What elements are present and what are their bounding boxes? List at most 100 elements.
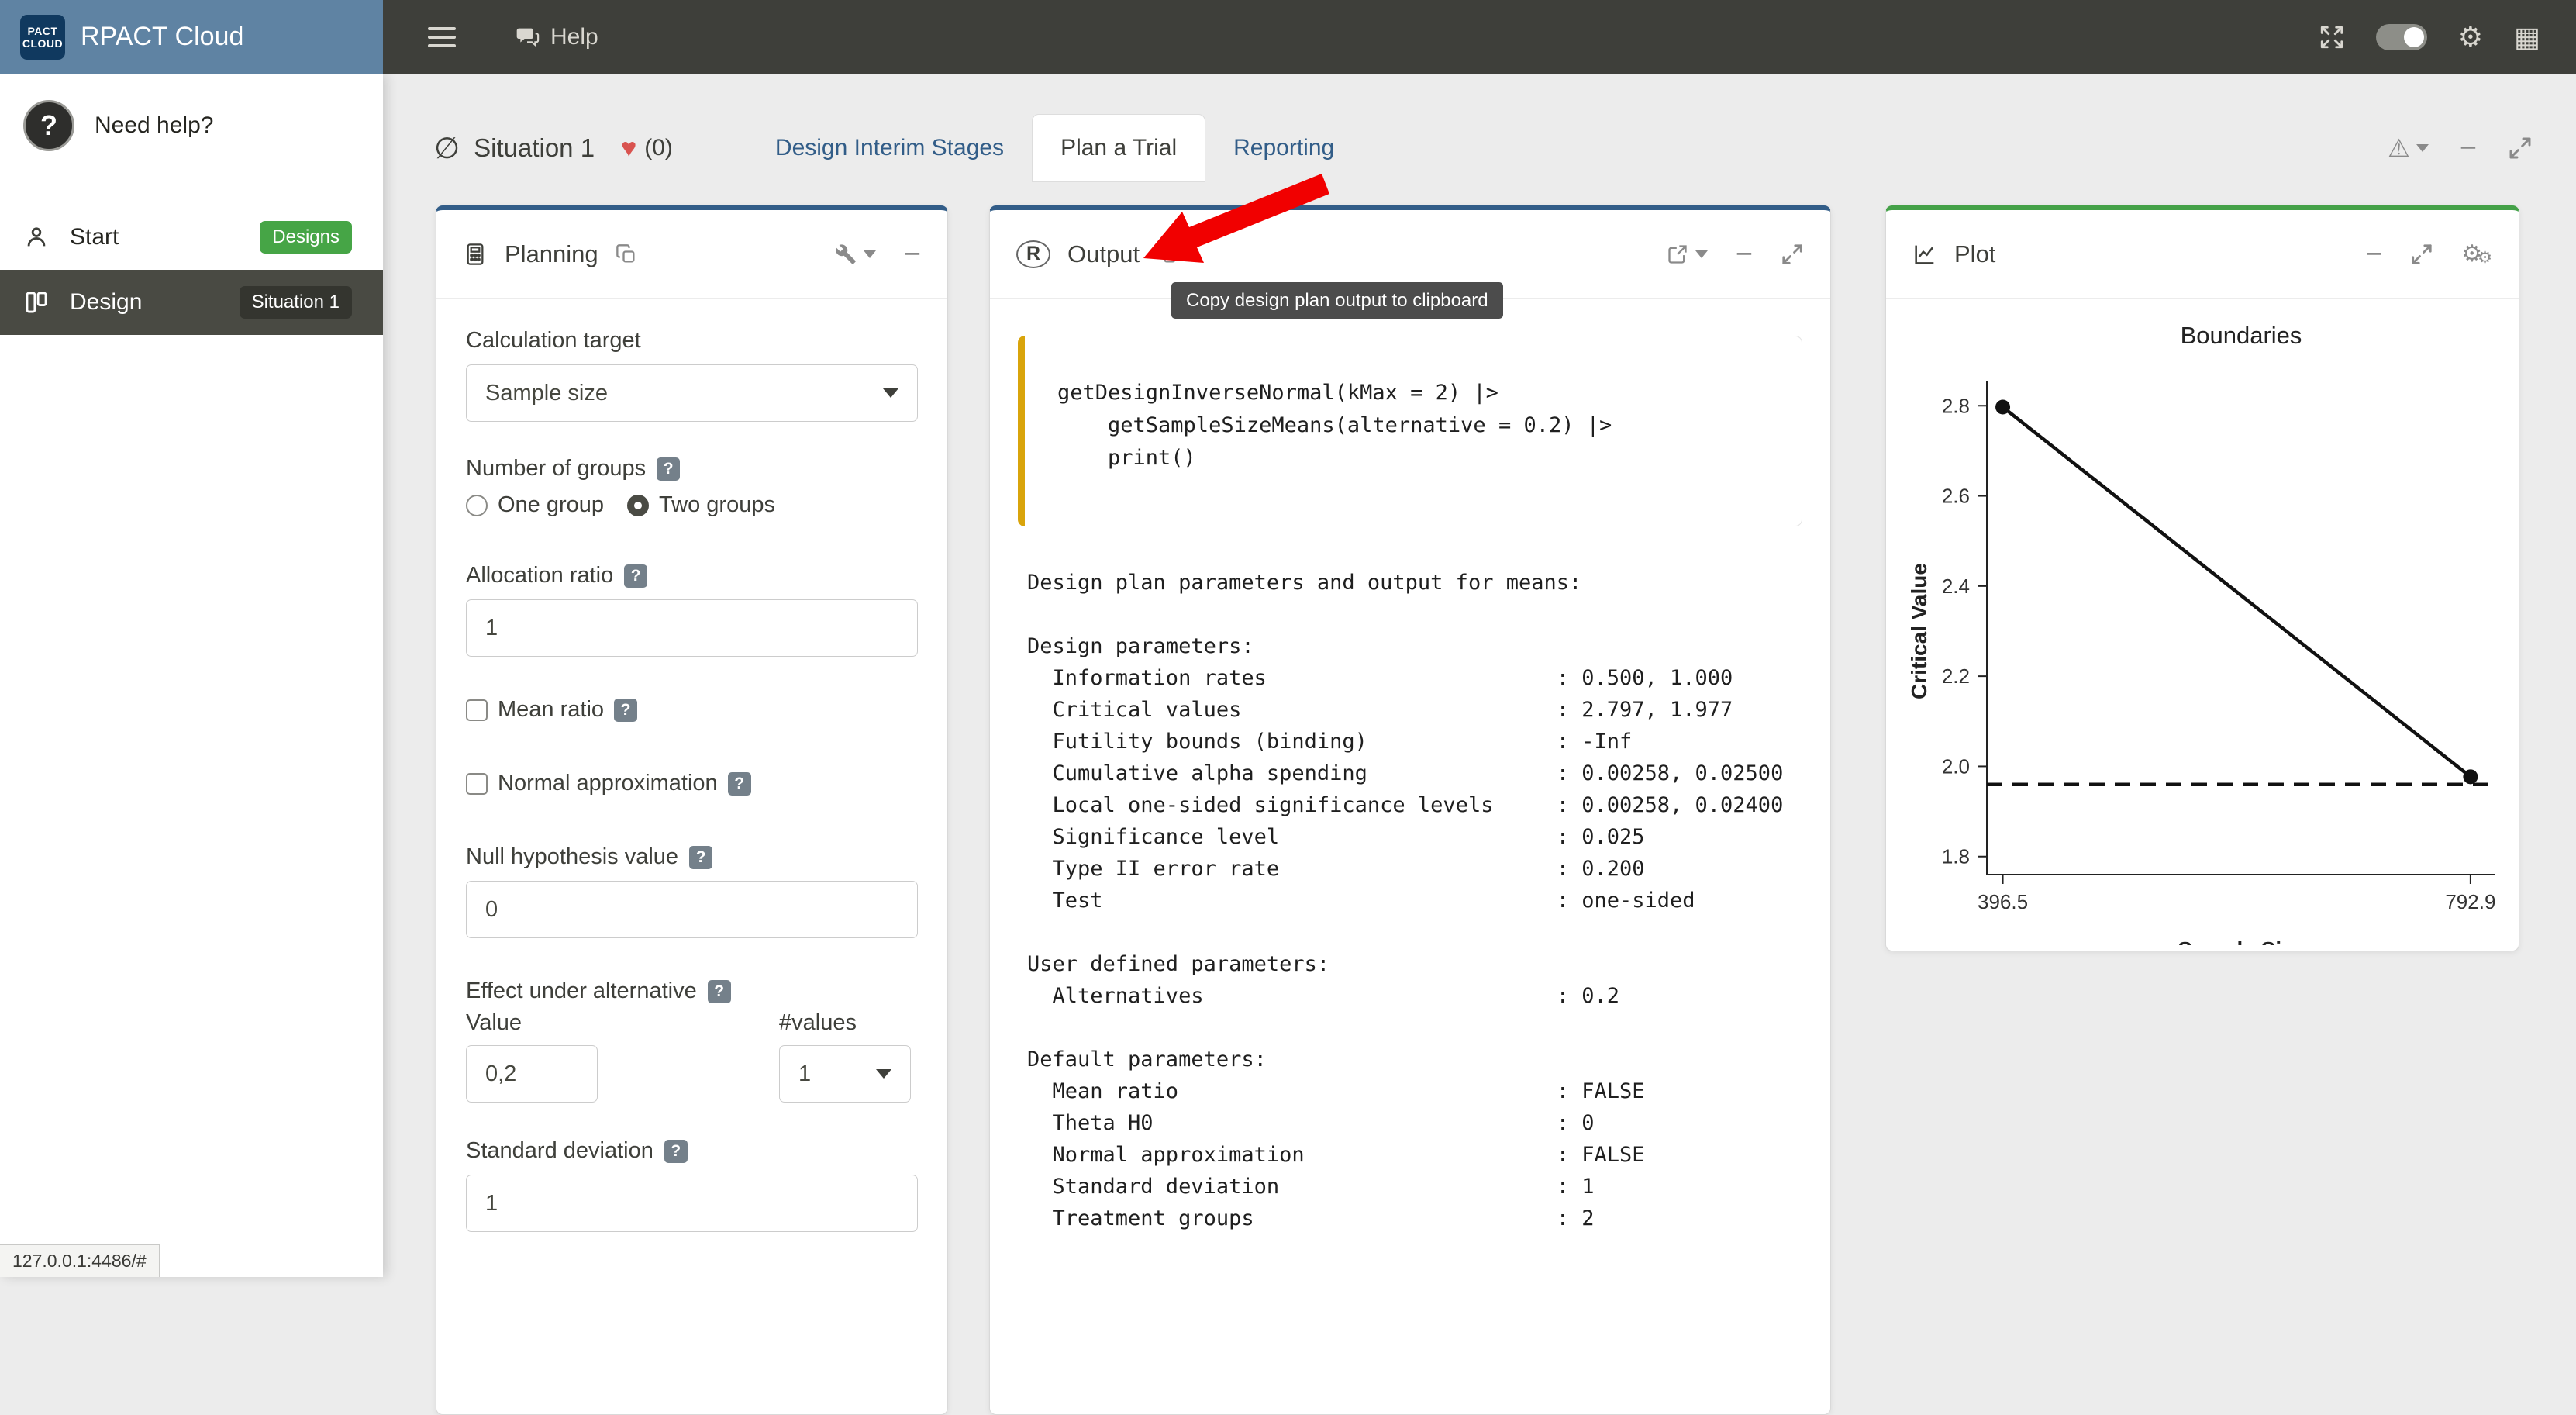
hamburger-menu-icon[interactable] (428, 27, 456, 47)
grid-apps-icon[interactable]: ▦ (2514, 23, 2540, 51)
radio-two-groups[interactable]: Two groups (627, 492, 775, 518)
export-icon (1667, 243, 1688, 265)
planning-panel-header: Planning − (436, 210, 947, 299)
design-columns-icon (23, 289, 50, 316)
sidebar-item-label: Start (70, 224, 119, 250)
caret-down-icon (1695, 250, 1708, 258)
app-brand: PACT CLOUD RPACT Cloud (0, 0, 383, 74)
help-badge-icon[interactable]: ? (728, 772, 751, 796)
start-icon (23, 224, 50, 250)
help-badge-icon[interactable]: ? (657, 457, 680, 481)
rpact-logo: PACT CLOUD (20, 15, 65, 60)
collapse-plot-button[interactable]: − (2365, 240, 2382, 269)
svg-text:Boundaries: Boundaries (2181, 322, 2302, 349)
svg-text:2.6: 2.6 (1942, 485, 1970, 508)
calculation-target-select[interactable]: Sample size (466, 364, 918, 422)
svg-text:2.0: 2.0 (1942, 754, 1970, 778)
content-header: ∅ Situation 1 ♥ (0) Design Interim Stage… (434, 111, 2533, 185)
export-dropdown[interactable] (1667, 243, 1708, 265)
plot-panel: Plot − ⚙⚙ Boundaries1.82.02.22.42.62.839… (1885, 205, 2519, 951)
dark-mode-toggle[interactable] (2376, 24, 2427, 50)
number-of-groups-label: Number of groups ? (466, 456, 918, 481)
svg-text:Critical Value: Critical Value (1907, 563, 1931, 699)
help-label: Help (550, 24, 598, 50)
logo-text-top: PACT (27, 25, 57, 37)
svg-text:2.4: 2.4 (1942, 575, 1970, 598)
sidebar-item-label: Design (70, 289, 142, 316)
svg-text:2.2: 2.2 (1942, 664, 1970, 688)
warnings-dropdown[interactable]: ⚠ (2388, 133, 2429, 163)
null-hypothesis-label: Null hypothesis value ? (466, 844, 918, 870)
copy-output-icon[interactable] (1157, 243, 1178, 265)
svg-text:Sample Size: Sample Size (2178, 937, 2304, 945)
plot-panel-header: Plot − ⚙⚙ (1886, 210, 2519, 299)
nvalues-select[interactable]: 1 (779, 1045, 911, 1103)
situation-badge: Situation 1 (240, 286, 352, 319)
need-help-item[interactable]: ? Need help? (0, 74, 383, 178)
radio-one-group[interactable]: One group (466, 492, 604, 518)
designs-badge: Designs (260, 221, 352, 254)
effect-under-alternative-label: Effect under alternative ? (466, 978, 918, 1004)
standard-deviation-label: Standard deviation ? (466, 1138, 918, 1164)
effect-value-input[interactable]: 0,2 (466, 1045, 598, 1103)
mean-ratio-checkbox[interactable]: Mean ratio ? (466, 697, 918, 723)
chevron-down-icon (883, 388, 898, 398)
collapse-all-button[interactable]: − (2460, 133, 2477, 163)
situation-title: Situation 1 (474, 133, 595, 163)
svg-text:792.9: 792.9 (2445, 890, 2495, 913)
need-help-label: Need help? (95, 112, 213, 139)
nvalues-label: #values (779, 1010, 911, 1036)
gear-icon[interactable]: ⚙ (2458, 23, 2483, 51)
checkbox-icon (466, 699, 488, 721)
plot-settings-gears-icon[interactable]: ⚙⚙ (2461, 243, 2492, 266)
wrench-icon (835, 243, 857, 265)
help-badge-icon[interactable]: ? (664, 1140, 688, 1163)
calculation-target-label: Calculation target (466, 328, 918, 354)
radio-icon (466, 495, 488, 516)
standard-deviation-input[interactable]: 1 (466, 1175, 918, 1232)
tab-plan-a-trial[interactable]: Plan a Trial (1032, 114, 1205, 182)
tab-design-interim-stages[interactable]: Design Interim Stages (747, 114, 1032, 182)
sidebar-item-design[interactable]: Design Situation 1 (0, 270, 383, 335)
output-panel-title: Output (1067, 240, 1140, 268)
app-title: RPACT Cloud (81, 22, 243, 52)
normal-approximation-checkbox[interactable]: Normal approximation ? (466, 771, 918, 796)
svg-text:396.5: 396.5 (1978, 890, 2028, 913)
heart-icon: ♥ (621, 133, 636, 164)
null-hypothesis-input[interactable]: 0 (466, 881, 918, 938)
help-badge-icon[interactable]: ? (614, 699, 637, 722)
help-badge-icon[interactable]: ? (708, 980, 731, 1003)
situation-title-group: ∅ Situation 1 (434, 131, 595, 166)
caret-down-icon (2416, 144, 2429, 152)
favorites-counter[interactable]: ♥ (0) (621, 133, 673, 164)
expand-icon[interactable] (2508, 136, 2533, 160)
collapse-planning-button[interactable]: − (904, 240, 921, 269)
output-body: getDesignInverseNormal(kMax = 2) |> getS… (990, 299, 1830, 1255)
copy-planning-icon[interactable] (616, 243, 637, 265)
warning-icon: ⚠ (2388, 133, 2410, 163)
view-tabs: Design Interim Stages Plan a Trial Repor… (747, 114, 1362, 182)
empty-set-icon: ∅ (434, 131, 460, 166)
sidebar-menu: Start Designs Design Situation 1 (0, 205, 383, 335)
header-right-icons: ⚠ − (2388, 133, 2533, 163)
fullscreen-icon[interactable] (2319, 24, 2345, 50)
caret-down-icon (864, 250, 876, 258)
main-content: ∅ Situation 1 ♥ (0) Design Interim Stage… (383, 74, 2576, 1277)
help-badge-icon[interactable]: ? (624, 564, 647, 588)
expand-plot-icon[interactable] (2410, 243, 2433, 266)
collapse-output-button[interactable]: − (1736, 240, 1753, 269)
tab-reporting[interactable]: Reporting (1205, 114, 1362, 182)
planning-panel-title: Planning (505, 240, 598, 268)
sidebar-item-start[interactable]: Start Designs (0, 205, 383, 270)
design-plan-output: Design plan parameters and output for me… (1018, 567, 1802, 1234)
settings-wrench-dropdown[interactable] (835, 243, 876, 265)
plot-panel-title: Plot (1954, 240, 1995, 268)
help-badge-icon[interactable]: ? (689, 846, 712, 869)
planning-panel: Planning − Calculation target Sample siz… (436, 205, 948, 1415)
help-button[interactable]: Help (515, 24, 598, 50)
expand-output-icon[interactable] (1781, 243, 1804, 266)
chevron-down-icon (876, 1069, 891, 1079)
topbar: Help ⚙ ▦ (383, 0, 2576, 74)
allocation-ratio-input[interactable]: 1 (466, 599, 918, 657)
plot-body: Boundaries1.82.02.22.42.62.8396.5792.9Cr… (1886, 299, 2519, 947)
